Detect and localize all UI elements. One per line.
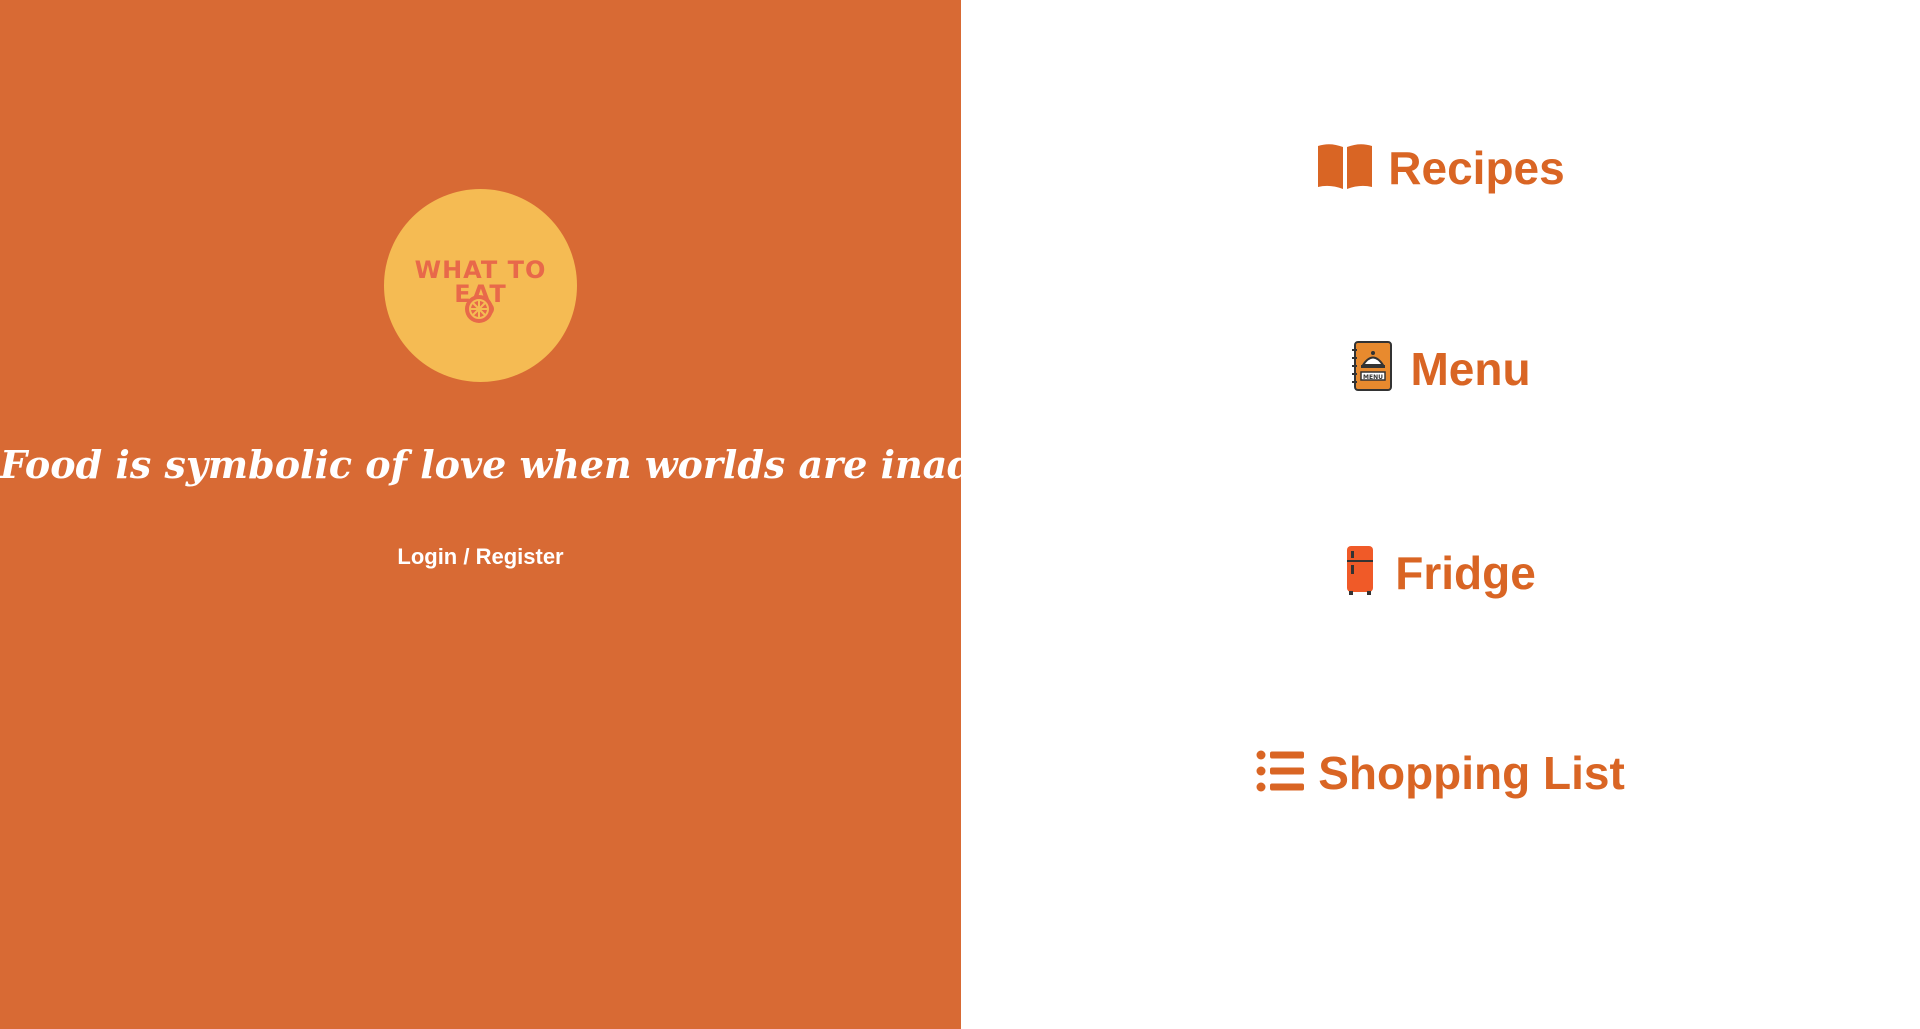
- nav-label-menu: Menu: [1410, 342, 1531, 395]
- login-register-link[interactable]: Login / Register: [0, 543, 961, 571]
- nav-label-fridge: Fridge: [1395, 546, 1536, 599]
- fridge-icon: [1345, 544, 1375, 601]
- nav-item-shopping-list[interactable]: Shopping List: [961, 745, 1920, 801]
- nav-item-recipes[interactable]: Recipes: [961, 140, 1920, 196]
- logo[interactable]: WHAT TO EAT: [384, 189, 577, 382]
- page: WHAT TO EAT Food is symbolic of love whe…: [0, 0, 1920, 1029]
- hero-panel: WHAT TO EAT Food is symbolic of love whe…: [0, 0, 1132, 1029]
- list-icon: [1256, 749, 1306, 798]
- nav-label-recipes: Recipes: [1388, 142, 1565, 194]
- nav-label-shopping-list: Shopping List: [1318, 747, 1625, 799]
- nav-panel: Recipes MENU Menu Fridge Shopping List: [961, 0, 1920, 1029]
- nav-item-menu[interactable]: MENU Menu: [961, 340, 1920, 397]
- open-book-icon: [1316, 142, 1374, 195]
- svg-text:MENU: MENU: [1363, 374, 1383, 381]
- nav-item-fridge[interactable]: Fridge: [961, 544, 1920, 601]
- lemon-icon: [465, 295, 494, 323]
- tagline: Food is symbolic of love when worlds are…: [0, 442, 1132, 487]
- menu-book-icon: MENU: [1350, 340, 1394, 397]
